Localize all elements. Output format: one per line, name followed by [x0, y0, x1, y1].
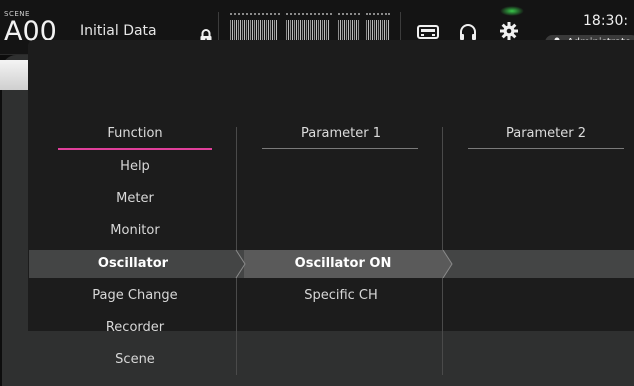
column-header-parameter1: Parameter 1: [300, 126, 382, 141]
function-item-oscillator[interactable]: Oscillator: [29, 250, 237, 278]
function-item-help[interactable]: Help: [60, 159, 210, 174]
parameter2-header-underline: [468, 148, 624, 149]
status-indicator: [500, 6, 524, 16]
function-item-page-change[interactable]: Page Change: [60, 288, 210, 303]
clock: 18:30:: [583, 13, 629, 29]
function-item-scene[interactable]: Scene: [60, 352, 210, 367]
function-item-monitor[interactable]: Monitor: [60, 223, 210, 238]
function-item-recorder[interactable]: Recorder: [60, 320, 210, 335]
parameter1-item-oscillator-on[interactable]: Oscillator ON: [244, 250, 442, 278]
function-header-underline: [58, 148, 212, 150]
gear-icon[interactable]: [500, 22, 518, 40]
chevron-right-icon: [234, 250, 246, 278]
function-item-meter[interactable]: Meter: [60, 191, 210, 206]
parameter2-item-empty[interactable]: [450, 250, 634, 278]
parameter1-item-specific-ch[interactable]: Specific CH: [262, 288, 420, 303]
column-header-parameter2: Parameter 2: [505, 126, 587, 141]
headphones-icon[interactable]: [459, 24, 477, 40]
scene-name[interactable]: Initial Data: [80, 23, 157, 39]
column-header-function: Function: [107, 126, 163, 141]
parameter1-header-underline: [262, 148, 418, 149]
recorder-icon[interactable]: [417, 25, 439, 39]
chevron-right-icon: [441, 250, 453, 278]
